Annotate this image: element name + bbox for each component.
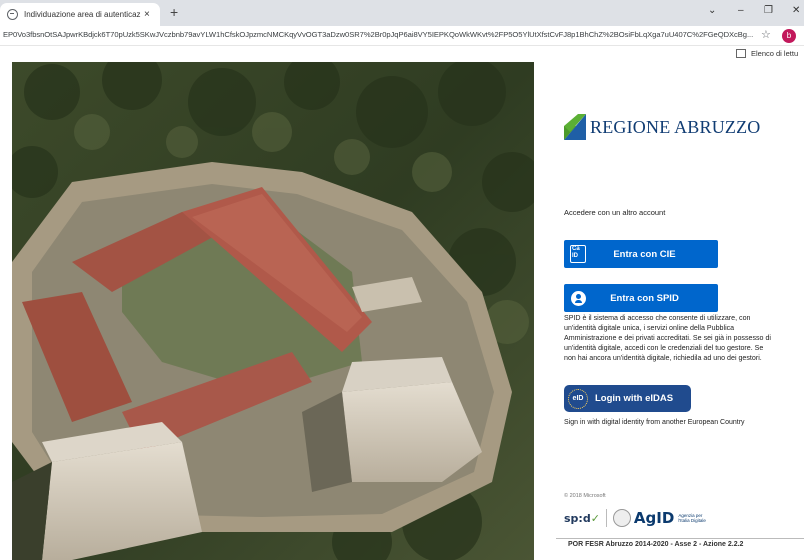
footer-divider (556, 538, 804, 539)
eidas-button-label: Login with eIDAS (595, 393, 674, 404)
new-tab-button[interactable]: + (170, 4, 178, 20)
footer-text: POR FESR Abruzzo 2014-2020 - Asse 2 - Az… (568, 541, 744, 548)
globe-icon (7, 9, 18, 20)
fortress-illustration (12, 62, 534, 560)
eidas-icon-text: eID (572, 395, 584, 402)
browser-tab[interactable]: Individuazione area di autenticaz × (0, 3, 160, 26)
browser-window: Individuazione area di autenticaz × + ⌄ … (0, 0, 804, 560)
eu-stars-icon: eID (568, 388, 588, 409)
tab-strip: Individuazione area di autenticaz × + ⌄ … (0, 0, 804, 26)
reading-list-label[interactable]: Elenco di lettu (751, 49, 798, 58)
minimize-button[interactable]: – (738, 5, 744, 16)
logo-separator (605, 509, 607, 527)
spid-logo-text: sp:d (564, 511, 591, 525)
regione-abruzzo-logo-icon (564, 114, 586, 140)
fortress-aerial-photo (12, 62, 534, 560)
login-cie-button[interactable]: Ca ID Entra con CIE (564, 240, 718, 268)
spid-check-icon: ✓ (590, 511, 600, 525)
eidas-description: Sign in with digital identity from anoth… (564, 419, 745, 426)
spid-button-label: Entra con SPID (610, 292, 679, 304)
profile-avatar[interactable]: b (782, 29, 796, 43)
spid-user-icon (569, 289, 587, 307)
copyright-text: © 2018 Microsoft (564, 493, 606, 499)
agid-logo-text: AgID (633, 509, 675, 527)
cie-icon-text: Ca ID (570, 245, 586, 263)
other-account-text: Accedere con un altro account (564, 208, 666, 217)
maximize-button[interactable]: ❐ (764, 5, 773, 16)
spid-description: SPID è il sistema di accesso che consent… (564, 314, 771, 362)
regione-abruzzo-logo: REGIONE ABRUZZO (564, 114, 761, 140)
login-panel: REGIONE ABRUZZO Accedere con un altro ac… (534, 62, 804, 560)
reading-list-icon[interactable] (736, 49, 746, 58)
org-name: REGIONE ABRUZZO (590, 116, 761, 137)
close-window-button[interactable]: ✕ (792, 5, 800, 16)
close-tab-icon[interactable]: × (144, 9, 150, 20)
tab-title: Individuazione area di autenticaz (24, 10, 141, 19)
login-spid-button[interactable]: Entra con SPID (564, 284, 718, 312)
bookmarks-bar: Elenco di lettu (0, 46, 804, 62)
partner-logos: sp:d✓ AgID Agenzia per l'Italia Digitale (564, 509, 706, 527)
tab-search-icon[interactable]: ⌄ (708, 5, 716, 16)
login-eidas-button[interactable]: eID Login with eIDAS (564, 385, 691, 412)
spid-logo: sp:d✓ (564, 512, 600, 525)
agid-emblem-icon (612, 509, 631, 527)
url-field[interactable]: EP0Vo3fbsnOtSAJpwrKBdjck6T70pUzk5SKwJVcz… (3, 30, 755, 39)
agid-subtitle: Agenzia per l'Italia Digitale (678, 512, 706, 524)
cie-button-label: Entra con CIE (613, 248, 676, 260)
bookmark-star-icon[interactable]: ☆ (761, 28, 771, 41)
address-bar-row: EP0Vo3fbsnOtSAJpwrKBdjck6T70pUzk5SKwJVcz… (0, 26, 804, 46)
cie-card-icon: Ca ID (569, 245, 587, 263)
